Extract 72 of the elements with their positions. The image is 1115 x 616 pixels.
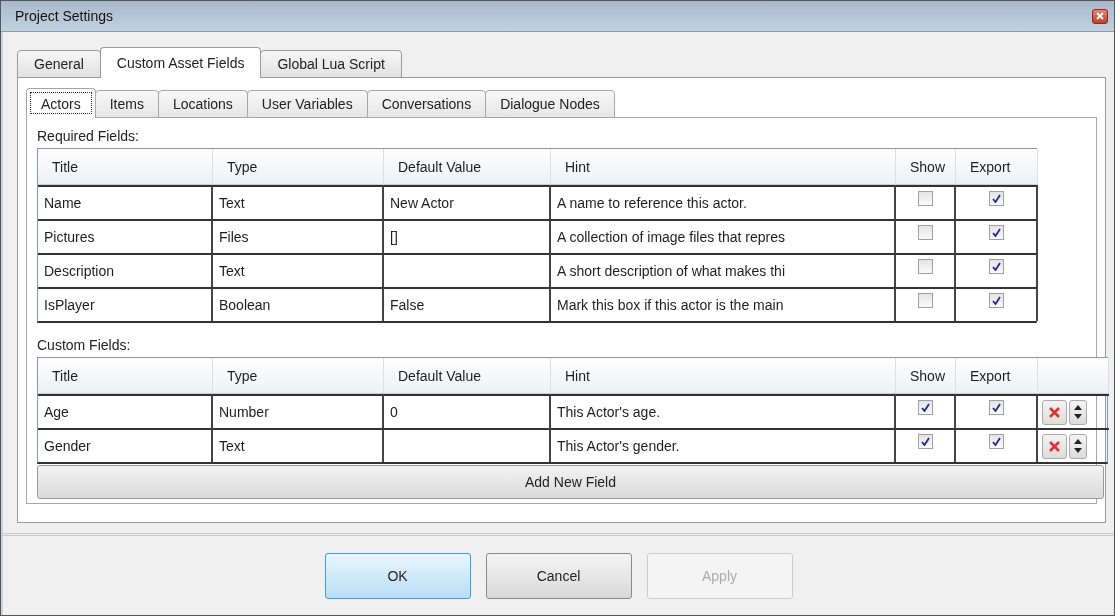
close-icon	[1049, 406, 1060, 418]
checkbox[interactable]	[988, 434, 1004, 449]
delete-button[interactable]	[1042, 433, 1067, 459]
table-cell: A collection of image files that repres	[551, 219, 896, 253]
checkbox[interactable]	[917, 434, 933, 449]
table-cell: Text	[213, 185, 384, 219]
checkbox[interactable]	[988, 225, 1004, 240]
table-cell: Name	[38, 185, 213, 219]
window-title: Project Settings	[15, 8, 114, 24]
table-cell: This Actor's gender.	[551, 428, 896, 462]
tab[interactable]: User Variables	[246, 90, 368, 118]
column-header[interactable]: Hint	[551, 149, 896, 185]
checkbox[interactable]	[988, 400, 1004, 415]
section-label: Custom Fields:	[37, 337, 131, 353]
column-header[interactable]: Show	[896, 149, 956, 185]
dialog-button[interactable]: Cancel	[485, 553, 632, 599]
tab[interactable]: Locations	[157, 90, 248, 118]
up-down-arrows-icon	[1073, 403, 1083, 421]
table-cell: Mark this box if this actor is the main	[551, 287, 896, 321]
tab[interactable]: Dialogue Nodes	[485, 90, 615, 118]
close-button[interactable]	[1092, 8, 1108, 24]
column-header[interactable]: Hint	[551, 358, 896, 394]
table-cell: A name to reference this actor.	[551, 185, 896, 219]
column-header[interactable]: Default Value	[384, 149, 551, 185]
add-field-button[interactable]: Add New Field	[37, 465, 1104, 499]
table-cell: IsPlayer	[38, 287, 213, 321]
table-cell: Text	[213, 428, 384, 462]
column-header	[1038, 358, 1109, 394]
checkbox[interactable]	[988, 191, 1004, 206]
table-cell: Files	[213, 219, 384, 253]
table-cell: Number	[213, 394, 384, 428]
table-cell: New Actor	[384, 185, 551, 219]
tab[interactable]: Conversations	[366, 90, 487, 118]
column-header[interactable]: Title	[38, 149, 213, 185]
tab[interactable]: Actors	[26, 88, 96, 118]
tab[interactable]: Items	[94, 90, 159, 118]
up-down-arrows-icon	[1073, 437, 1083, 455]
table-cell: A short description of what makes thi	[551, 253, 896, 287]
column-header[interactable]: Type	[213, 358, 384, 394]
tab[interactable]: Global Lua Script	[260, 50, 402, 78]
checkbox[interactable]	[917, 259, 933, 274]
checkbox[interactable]	[988, 293, 1004, 308]
table-cell: Text	[213, 253, 384, 287]
checkbox[interactable]	[917, 225, 933, 240]
column-header[interactable]: Export	[956, 149, 1038, 185]
table-cell: []	[384, 219, 551, 253]
tab[interactable]: Custom Asset Fields	[99, 47, 262, 78]
close-icon	[1096, 12, 1104, 20]
table-cell: This Actor's age.	[551, 394, 896, 428]
delete-button[interactable]	[1042, 399, 1067, 425]
table-cell: Gender	[38, 428, 213, 462]
column-header[interactable]: Default Value	[384, 358, 551, 394]
move-button[interactable]	[1069, 433, 1087, 459]
checkbox[interactable]	[917, 293, 933, 308]
table-cell: Age	[38, 394, 213, 428]
close-icon	[1049, 440, 1060, 452]
column-header[interactable]: Export	[956, 358, 1038, 394]
table-cell: Description	[38, 253, 213, 287]
checkbox[interactable]	[917, 400, 933, 415]
column-header[interactable]: Show	[896, 358, 956, 394]
table-cell: False	[384, 287, 551, 321]
checkbox[interactable]	[988, 259, 1004, 274]
table-cell: 0	[384, 394, 551, 428]
section-label: Required Fields:	[37, 128, 139, 144]
tab[interactable]: General	[17, 50, 101, 78]
column-header[interactable]: Title	[38, 358, 213, 394]
table-cell: Pictures	[38, 219, 213, 253]
table-cell: Boolean	[213, 287, 384, 321]
dialog-button[interactable]: OK	[324, 553, 471, 599]
move-button[interactable]	[1069, 399, 1087, 425]
checkbox[interactable]	[917, 191, 933, 206]
column-header[interactable]: Type	[213, 149, 384, 185]
